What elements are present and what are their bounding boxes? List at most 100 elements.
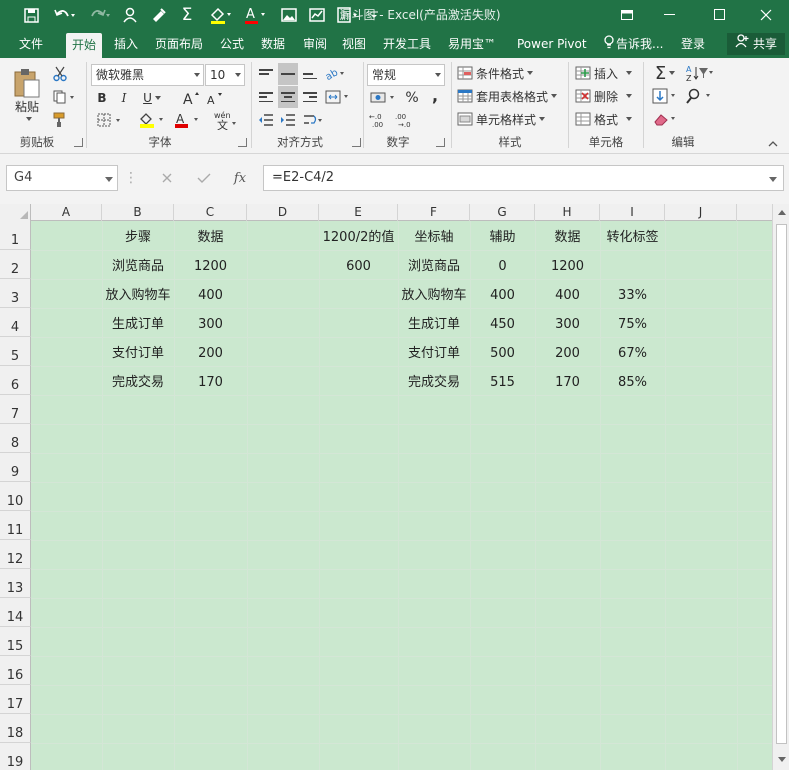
row-header-3[interactable]: 3	[0, 279, 31, 308]
cell-e1[interactable]: 1200/2的值	[319, 223, 398, 252]
orientation-icon[interactable]: ab	[324, 63, 348, 85]
cell-g2[interactable]: 0	[470, 252, 535, 281]
cell-b4[interactable]: 生成订单	[102, 310, 174, 339]
select-all-corner[interactable]	[0, 204, 31, 221]
cell-f1[interactable]: 坐标轴	[398, 223, 470, 252]
merge-center-icon[interactable]	[324, 86, 352, 108]
increase-indent-icon[interactable]	[278, 109, 298, 131]
row-header-5[interactable]: 5	[0, 337, 31, 366]
row-header-19[interactable]: 19	[0, 743, 31, 770]
cell-h5[interactable]: 200	[535, 339, 600, 368]
tab-data[interactable]: 数据	[261, 30, 285, 58]
person-icon[interactable]	[120, 4, 142, 26]
insert-cells-button[interactable]: 插入	[575, 63, 639, 83]
cell-h3[interactable]: 400	[535, 281, 600, 310]
column-header-f[interactable]: F	[398, 204, 470, 221]
paste-button[interactable]: 粘贴	[8, 98, 46, 114]
minimize-icon[interactable]	[650, 0, 690, 30]
column-header-c[interactable]: C	[174, 204, 247, 221]
cell-styles-button[interactable]: 单元格样式	[457, 109, 549, 129]
paste-dropdown-icon[interactable]	[22, 115, 32, 123]
tell-me[interactable]: 告诉我...	[604, 30, 663, 58]
tab-formulas[interactable]: 公式	[220, 30, 244, 58]
cell-c4[interactable]: 300	[174, 310, 247, 339]
comma-button[interactable]: ,	[426, 85, 444, 105]
cell-h2[interactable]: 1200	[535, 252, 600, 281]
cell-g1[interactable]: 辅助	[470, 223, 535, 252]
undo-icon[interactable]	[50, 4, 80, 26]
align-left-icon[interactable]	[256, 86, 276, 108]
cell-b6[interactable]: 完成交易	[102, 368, 174, 397]
phonetic-icon[interactable]: wén 文	[212, 109, 240, 131]
bold-button[interactable]: B	[93, 88, 111, 108]
insert-function-button[interactable]: fx	[228, 165, 252, 191]
cell-b5[interactable]: 支付订单	[102, 339, 174, 368]
cell-g4[interactable]: 450	[470, 310, 535, 339]
decrease-indent-icon[interactable]	[256, 109, 276, 131]
copy-icon[interactable]	[50, 87, 80, 107]
decrease-decimal-icon[interactable]: .00 →.0	[394, 110, 418, 130]
cell-g5[interactable]: 500	[470, 339, 535, 368]
row-header-7[interactable]: 7	[0, 395, 31, 424]
cell-g3[interactable]: 400	[470, 281, 535, 310]
align-center-icon[interactable]	[278, 86, 298, 108]
font-color-ribbon-icon[interactable]: A	[170, 110, 204, 130]
column-header-e[interactable]: E	[319, 204, 398, 221]
vertical-scrollbar[interactable]	[772, 204, 789, 770]
column-header-h[interactable]: H	[535, 204, 600, 221]
close-icon[interactable]	[746, 0, 786, 30]
font-name-dropdown[interactable]: 微软雅黑	[91, 64, 204, 86]
row-header-8[interactable]: 8	[0, 424, 31, 453]
conditional-format-button[interactable]: 条件格式	[457, 63, 541, 83]
align-top-icon[interactable]	[256, 63, 276, 85]
cell-i6[interactable]: 85%	[600, 368, 665, 397]
row-header-11[interactable]: 11	[0, 511, 31, 540]
row-header-17[interactable]: 17	[0, 685, 31, 714]
cell-i3[interactable]: 33%	[600, 281, 665, 310]
ribbon-display-icon[interactable]	[607, 0, 647, 30]
name-box-dropdown-icon[interactable]	[105, 177, 113, 182]
wrap-text-icon[interactable]	[302, 109, 326, 131]
row-header-18[interactable]: 18	[0, 714, 31, 743]
row-header-10[interactable]: 10	[0, 482, 31, 511]
italic-button[interactable]: I	[115, 88, 133, 108]
autosum-icon[interactable]: Σ	[650, 63, 680, 84]
cell-c6[interactable]: 170	[174, 368, 247, 397]
decrease-font-icon[interactable]: A	[204, 88, 226, 108]
cell-c1[interactable]: 数据	[174, 223, 247, 252]
alignment-launcher-icon[interactable]	[352, 138, 361, 147]
name-box[interactable]: G4	[6, 165, 118, 191]
tab-easyuse[interactable]: 易用宝™	[448, 30, 496, 58]
tab-power-pivot[interactable]: Power Pivot	[517, 30, 587, 58]
scroll-down-icon[interactable]	[778, 757, 786, 762]
cell-g6[interactable]: 515	[470, 368, 535, 397]
percent-button[interactable]: %	[402, 88, 422, 108]
row-header-16[interactable]: 16	[0, 656, 31, 685]
row-header-13[interactable]: 13	[0, 569, 31, 598]
row-header-12[interactable]: 12	[0, 540, 31, 569]
save-icon[interactable]	[20, 4, 42, 26]
column-header-i[interactable]: I	[600, 204, 665, 221]
cell-c5[interactable]: 200	[174, 339, 247, 368]
worksheet-grid[interactable]: ABCDEFGHIJ 1 步骤 数据 1200/2的值 坐标轴 辅助 数据 转化标签 2 浏览商品…	[0, 204, 772, 770]
borders-icon[interactable]	[93, 110, 127, 130]
tab-view[interactable]: 视图	[342, 30, 366, 58]
increase-decimal-icon[interactable]: ←.0.00	[368, 110, 392, 130]
cell-f3[interactable]: 放入购物车	[398, 281, 470, 310]
expand-formula-icon[interactable]	[769, 177, 777, 182]
row-header-15[interactable]: 15	[0, 627, 31, 656]
clear-icon[interactable]	[650, 109, 680, 129]
font-size-dropdown[interactable]: 10	[205, 64, 245, 86]
fill-color-ribbon-icon[interactable]	[135, 110, 169, 130]
cell-b1[interactable]: 步骤	[102, 223, 174, 252]
cell-f6[interactable]: 完成交易	[398, 368, 470, 397]
redo-icon[interactable]	[86, 4, 114, 26]
find-select-icon[interactable]	[684, 86, 716, 106]
tab-developer[interactable]: 开发工具	[383, 30, 431, 58]
row-header-9[interactable]: 9	[0, 453, 31, 482]
cell-i1[interactable]: 转化标签	[600, 223, 665, 252]
column-header-d[interactable]: D	[247, 204, 319, 221]
cell-f4[interactable]: 生成订单	[398, 310, 470, 339]
scroll-up-icon[interactable]	[778, 210, 786, 215]
tab-home[interactable]: 开始	[66, 33, 103, 58]
